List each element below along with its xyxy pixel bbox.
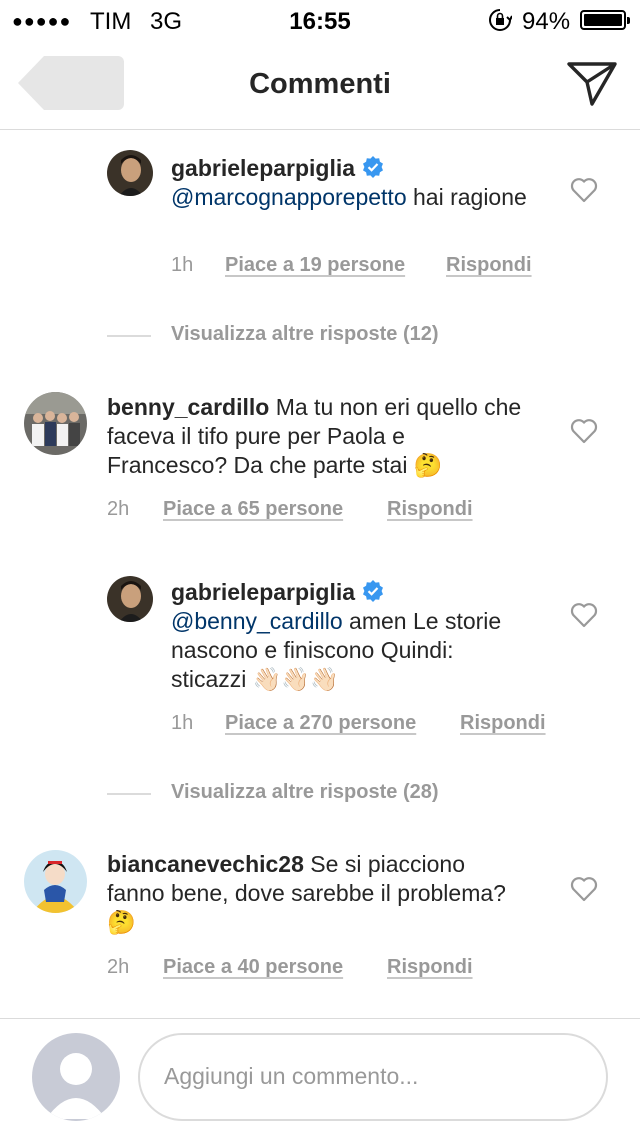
battery-icon <box>580 10 630 30</box>
likes-link[interactable]: Piace a 19 persone <box>225 254 405 277</box>
comment-mention[interactable]: @benny_cardillo <box>171 608 343 634</box>
like-heart-icon[interactable] <box>570 177 598 203</box>
like-heart-icon[interactable] <box>570 876 598 902</box>
battery-percent: 94% <box>522 8 571 35</box>
view-more-replies[interactable]: Visualizza altre risposte (28) <box>107 781 527 807</box>
page-title: Commenti <box>249 68 391 100</box>
likes-link[interactable]: Piace a 40 persone <box>163 956 343 979</box>
comment-input[interactable]: Aggiungi un commento... <box>138 1033 608 1121</box>
top-nav: Commenti <box>0 40 640 130</box>
user-avatar-placeholder <box>32 1033 120 1121</box>
comment-body: hai ragione <box>406 184 527 210</box>
divider-line <box>107 793 151 795</box>
likes-link[interactable]: Piace a 65 persone <box>163 498 343 521</box>
comment-time: 2h <box>107 498 130 520</box>
status-bar: ●●●●● TIM 3G 16:55 94% <box>0 0 640 40</box>
comment-username[interactable]: gabrieleparpiglia <box>171 579 355 605</box>
reply-button[interactable]: Rispondi <box>446 254 532 277</box>
comment-mention[interactable]: @marcognapporepetto <box>171 184 407 210</box>
verified-badge-icon <box>363 580 384 602</box>
comment-username[interactable]: biancanevechic28 <box>107 851 304 877</box>
avatar[interactable] <box>107 576 153 622</box>
comment-username[interactable]: benny_cardillo <box>107 394 269 420</box>
divider-line <box>107 335 151 337</box>
comment-time: 2h <box>107 956 130 978</box>
reply-button[interactable]: Rispondi <box>387 956 473 979</box>
avatar[interactable] <box>24 392 87 455</box>
like-heart-icon[interactable] <box>570 418 598 444</box>
comment-time: 1h <box>171 712 194 734</box>
comment-input-bar: Aggiungi un commento... <box>0 1018 640 1136</box>
reply-button[interactable]: Rispondi <box>387 498 473 521</box>
direct-send-icon[interactable] <box>566 60 618 108</box>
avatar[interactable] <box>107 150 153 196</box>
like-heart-icon[interactable] <box>570 602 598 628</box>
view-more-replies[interactable]: Visualizza altre risposte (12) <box>107 323 527 349</box>
verified-badge-icon <box>363 156 384 178</box>
rotation-lock-icon <box>489 9 512 31</box>
avatar[interactable] <box>24 850 87 913</box>
comment-username[interactable]: gabrieleparpiglia <box>171 155 355 181</box>
comment-time: 1h <box>171 254 194 276</box>
likes-link[interactable]: Piace a 270 persone <box>225 712 416 735</box>
reply-button[interactable]: Rispondi <box>460 712 546 735</box>
